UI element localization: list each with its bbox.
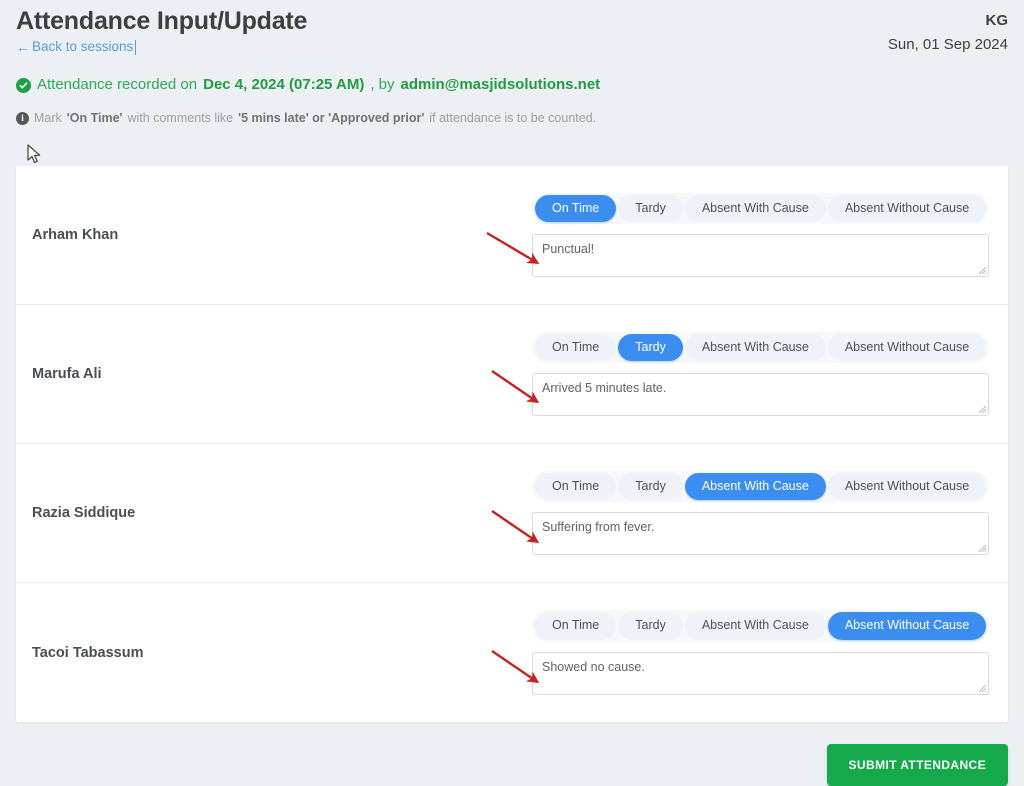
comment-textarea[interactable] (532, 373, 989, 417)
status-option-absent-with-cause[interactable]: Absent With Cause (684, 612, 826, 640)
hint-part3: if attendance is to be counted. (429, 111, 597, 126)
recorded-user: admin@masjidsolutions.net (400, 75, 601, 93)
status-option-absent-without-cause[interactable]: Absent Without Cause (827, 333, 987, 362)
student-name: Razia Siddique (32, 505, 136, 521)
status-button-group: On Time Tardy Absent With Cause Absent With… (532, 331, 990, 364)
attendance-recorded-notice: Attendance recorded on Dec 4, 2024 (07:2… (16, 75, 1008, 95)
status-option-tardy[interactable]: Tardy (618, 194, 683, 223)
student-attendance-row: Razia Siddique On Time Tardy Absent With Ca… (16, 444, 1008, 583)
back-to-sessions-link[interactable]: ← Back to sessions (16, 38, 137, 56)
header-row: Attendance Input/Update ← Back to sessio… (16, 6, 1008, 57)
recorded-datetime: Dec 4, 2024 (07:25 AM) (203, 75, 365, 93)
student-attendance-row: Marufa Ali On Time Tardy Absent With Cause A… (16, 305, 1008, 444)
status-option-absent-with-cause[interactable]: Absent With Cause (684, 333, 826, 362)
mouse-cursor (27, 144, 41, 163)
row-controls: On Time Tardy Absent With Cause Absent With… (532, 331, 996, 417)
status-option-tardy[interactable]: Tardy (618, 333, 683, 362)
student-name: Tacoi Tabassum (32, 644, 144, 661)
comment-wrapper (532, 373, 989, 417)
info-circle-icon: i (16, 111, 29, 125)
status-button-group: On Time Tardy Absent With Cause Absent With… (532, 470, 990, 503)
row-controls: On Time Tardy Absent With Cause Absent With… (532, 192, 996, 278)
status-option-on-time[interactable]: On Time (535, 333, 617, 362)
session-date: Sun, 01 Sep 2024 (887, 36, 1008, 53)
arrow-left-icon: ← (16, 38, 30, 55)
comment-wrapper (532, 234, 989, 278)
recorded-middle: , by (370, 75, 395, 93)
class-code: KG (985, 12, 1009, 29)
student-name: Arham Khan (32, 227, 119, 243)
status-option-absent-without-cause[interactable]: Absent Without Cause (827, 194, 987, 223)
check-circle-icon (16, 78, 31, 93)
notice-block: Attendance recorded on Dec 4, 2024 (07:2… (0, 75, 1024, 125)
footer-bar: SUBMIT ATTENDANCE (0, 744, 1024, 786)
status-option-tardy[interactable]: Tardy (618, 612, 683, 640)
comment-textarea[interactable] (532, 512, 989, 556)
back-to-sessions-label: Back to sessions (32, 39, 134, 55)
student-attendance-row: Arham Khan On Time Tardy Absent With Cause A… (16, 166, 1008, 305)
page-header: Attendance Input/Update ← Back to sessio… (0, 0, 1024, 57)
header-left: Attendance Input/Update ← Back to sessio… (16, 6, 307, 57)
hint-part1: Mark (34, 111, 62, 126)
row-controls: On Time Tardy Absent With Cause Absent With… (532, 610, 996, 695)
comment-textarea[interactable] (532, 651, 989, 695)
comment-wrapper (532, 651, 989, 695)
recorded-prefix: Attendance recorded on (37, 75, 198, 93)
status-option-absent-with-cause[interactable]: Absent With Cause (684, 472, 826, 501)
page-title: Attendance Input/Update (16, 7, 308, 35)
header-right: KG Sun, 01 Sep 2024 (888, 6, 1008, 53)
attendance-card: Arham Khan On Time Tardy Absent With Cause A… (16, 166, 1008, 722)
status-option-on-time[interactable]: On Time (535, 472, 617, 501)
status-option-absent-with-cause[interactable]: Absent With Cause (684, 194, 826, 223)
submit-attendance-button[interactable]: SUBMIT ATTENDANCE (826, 744, 1008, 786)
student-name: Marufa Ali (32, 366, 102, 382)
row-controls: On Time Tardy Absent With Cause Absent With… (532, 470, 996, 556)
status-button-group: On Time Tardy Absent With Cause Absent With… (532, 610, 990, 642)
hint-bold2: '5 mins late' or 'Approved prior' (238, 111, 425, 126)
hint-bold1: 'On Time' (66, 111, 123, 126)
status-option-absent-without-cause[interactable]: Absent Without Cause (827, 612, 987, 640)
hint-part2: with comments like (127, 111, 234, 126)
student-attendance-row: Tacoi Tabassum On Time Tardy Absent With Ca… (16, 583, 1008, 722)
text-caret (135, 40, 137, 56)
comment-textarea[interactable] (532, 234, 989, 278)
attendance-hint-notice: i Mark 'On Time' with comments like '5 m… (16, 111, 1008, 125)
status-option-tardy[interactable]: Tardy (618, 472, 683, 501)
status-option-on-time[interactable]: On Time (535, 194, 617, 223)
status-option-on-time[interactable]: On Time (535, 612, 617, 640)
comment-wrapper (532, 512, 989, 556)
status-option-absent-without-cause[interactable]: Absent Without Cause (827, 472, 987, 501)
status-button-group: On Time Tardy Absent With Cause Absent With… (532, 192, 990, 225)
